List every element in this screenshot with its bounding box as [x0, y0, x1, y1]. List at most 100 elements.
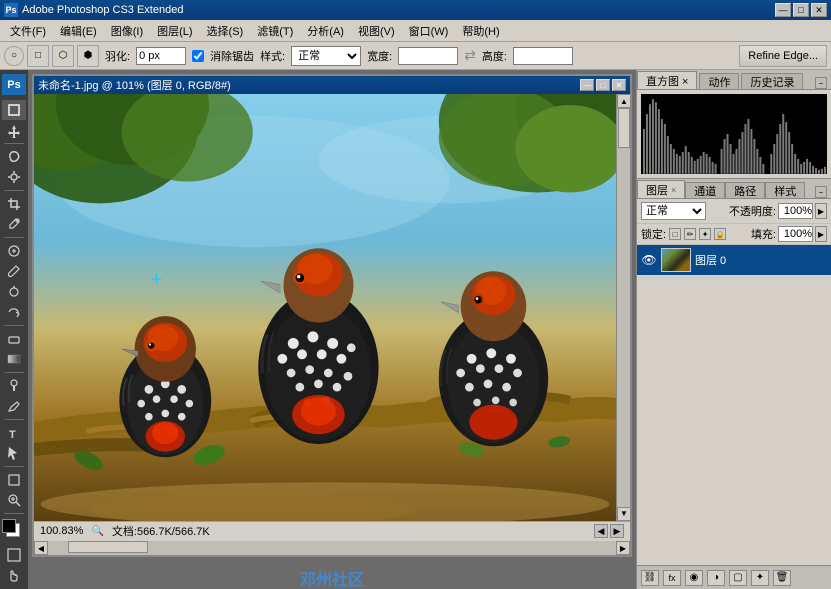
fill-input[interactable] — [778, 226, 813, 242]
tool-shape-btn-2[interactable]: □ — [27, 45, 49, 67]
new-adjustment-button[interactable]: ◑ — [707, 570, 725, 586]
tool-path-select[interactable] — [2, 443, 26, 463]
nav-prev-button[interactable]: ◀ — [594, 524, 608, 538]
menu-view[interactable]: 视图(V) — [352, 21, 401, 41]
nav-next-button[interactable]: ▶ — [610, 524, 624, 538]
opacity-arrow-button[interactable]: ▶ — [815, 203, 827, 219]
doc-maximize-button[interactable]: □ — [596, 79, 610, 91]
menu-layer[interactable]: 图层(L) — [151, 21, 198, 41]
doc-close-button[interactable]: ✕ — [612, 79, 626, 91]
tool-screen-mode[interactable] — [2, 545, 26, 565]
fill-label: 填充: — [751, 226, 776, 242]
canvas-horizontal-scrollbar[interactable]: ◀ ▶ — [34, 541, 630, 555]
style-select[interactable]: 正常 固定比例 固定大小 — [291, 46, 361, 66]
fill-arrow-button[interactable]: ▶ — [815, 226, 827, 242]
canvas-vertical-scrollbar[interactable]: ▲ ▼ — [616, 94, 630, 521]
link-layers-button[interactable]: ⛓ — [641, 570, 659, 586]
layers-collapse-button[interactable]: − — [815, 186, 827, 198]
tool-text[interactable]: T — [2, 423, 26, 443]
tool-zoom[interactable] — [2, 490, 26, 510]
menu-file[interactable]: 文件(F) — [4, 21, 52, 41]
lock-all-button[interactable]: 🔒 — [714, 228, 726, 240]
history-tab[interactable]: 历史记录 — [741, 73, 803, 89]
tool-shape-btn-3[interactable]: ⬡ — [52, 45, 74, 67]
actions-tab[interactable]: 动作 — [699, 73, 739, 89]
tool-eraser[interactable] — [2, 329, 26, 349]
layers-panel: 图层 × 通道 路径 样式 − 正常 溶解 变暗 正片叠底 不透明度: — [637, 179, 831, 589]
svg-text:+: + — [151, 268, 162, 290]
lock-paint-button[interactable]: ✏ — [684, 228, 696, 240]
close-button[interactable]: ✕ — [811, 3, 827, 17]
scroll-right-button[interactable]: ▶ — [616, 541, 630, 555]
histogram-collapse-button[interactable]: − — [815, 77, 827, 89]
menu-image[interactable]: 图像(I) — [105, 21, 149, 41]
menu-help[interactable]: 帮助(H) — [456, 21, 505, 41]
lock-transparency-button[interactable]: □ — [669, 228, 681, 240]
tool-hand[interactable] — [2, 566, 26, 586]
tool-crop[interactable] — [2, 194, 26, 214]
right-panel: 直方图 × 动作 历史记录 − — [636, 70, 831, 589]
width-input[interactable] — [398, 47, 458, 65]
tool-selection[interactable] — [2, 100, 26, 120]
new-group-button[interactable]: ▢ — [729, 570, 747, 586]
canvas-scroll-container: + ▲ ▼ — [34, 94, 630, 521]
refine-edge-button[interactable]: Refine Edge... — [739, 45, 827, 67]
menu-filter[interactable]: 滤镜(T) — [251, 21, 299, 41]
layer-visibility-button[interactable]: 👁 — [641, 252, 657, 268]
h-scroll-thumb[interactable] — [68, 541, 148, 553]
menu-select[interactable]: 选择(S) — [201, 21, 250, 41]
menu-window[interactable]: 窗口(W) — [403, 21, 455, 41]
document-title: 未命名-1.jpg @ 101% (图层 0, RGB/8#) — [38, 77, 231, 93]
layers-tab[interactable]: 图层 × — [637, 180, 685, 198]
new-layer-button[interactable]: ✦ — [751, 570, 769, 586]
scroll-left-button[interactable]: ◀ — [34, 541, 48, 555]
delete-layer-button[interactable]: 🗑 — [773, 570, 791, 586]
menu-edit[interactable]: 编辑(E) — [54, 21, 103, 41]
toolbar-separator-3 — [4, 237, 24, 238]
tool-dodge[interactable] — [2, 376, 26, 396]
tool-history-brush[interactable] — [2, 303, 26, 323]
add-style-button[interactable]: fx — [663, 570, 681, 586]
opacity-input[interactable] — [778, 203, 813, 219]
tool-clone[interactable] — [2, 282, 26, 302]
color-boxes[interactable] — [2, 519, 26, 540]
tool-pen[interactable] — [2, 396, 26, 416]
scroll-thumb[interactable] — [618, 108, 630, 148]
scroll-down-button[interactable]: ▼ — [617, 507, 630, 521]
tool-eyedropper[interactable] — [2, 215, 26, 235]
tool-lasso[interactable] — [2, 147, 26, 167]
canvas-container[interactable]: + — [34, 94, 616, 521]
zoom-icon: 🔍 — [91, 526, 103, 537]
tool-shape[interactable] — [2, 470, 26, 490]
styles-tab[interactable]: 样式 — [765, 182, 805, 198]
tool-shape-btn-1[interactable]: ○ — [4, 46, 24, 66]
doc-minimize-button[interactable]: — — [580, 79, 594, 91]
toolbar-separator-2 — [4, 190, 24, 191]
tool-gradient[interactable] — [2, 350, 26, 370]
maximize-button[interactable]: □ — [793, 3, 809, 17]
app-title: Adobe Photoshop CS3 Extended — [22, 4, 183, 16]
scroll-track[interactable] — [617, 108, 630, 507]
feather-input[interactable] — [136, 47, 186, 65]
blend-mode-select[interactable]: 正常 溶解 变暗 正片叠底 — [641, 202, 706, 220]
tool-shape-btn-4[interactable]: ⬢ — [77, 45, 99, 67]
menu-analysis[interactable]: 分析(A) — [301, 21, 350, 41]
minimize-button[interactable]: — — [775, 3, 791, 17]
tool-heal[interactable] — [2, 241, 26, 261]
channels-tab[interactable]: 通道 — [685, 182, 725, 198]
h-scroll-track[interactable] — [48, 541, 616, 555]
tool-brush[interactable] — [2, 262, 26, 282]
scroll-up-button[interactable]: ▲ — [617, 94, 630, 108]
document-status-bar: 100.83% 🔍 文档:566.7K/566.7K ◀ ▶ — [34, 521, 630, 541]
histogram-tab[interactable]: 直方图 × — [637, 71, 697, 89]
foreground-color[interactable] — [2, 519, 16, 533]
paths-tab[interactable]: 路径 — [725, 182, 765, 198]
height-input[interactable] — [513, 47, 573, 65]
layers-empty-space — [637, 275, 831, 565]
tool-magic-wand[interactable] — [2, 168, 26, 188]
tool-move[interactable] — [2, 121, 26, 141]
add-mask-button[interactable]: ◉ — [685, 570, 703, 586]
lock-move-button[interactable]: ✦ — [699, 228, 711, 240]
layer-row[interactable]: 👁 图层 0 — [637, 245, 831, 275]
antialiasing-checkbox[interactable] — [192, 50, 204, 62]
